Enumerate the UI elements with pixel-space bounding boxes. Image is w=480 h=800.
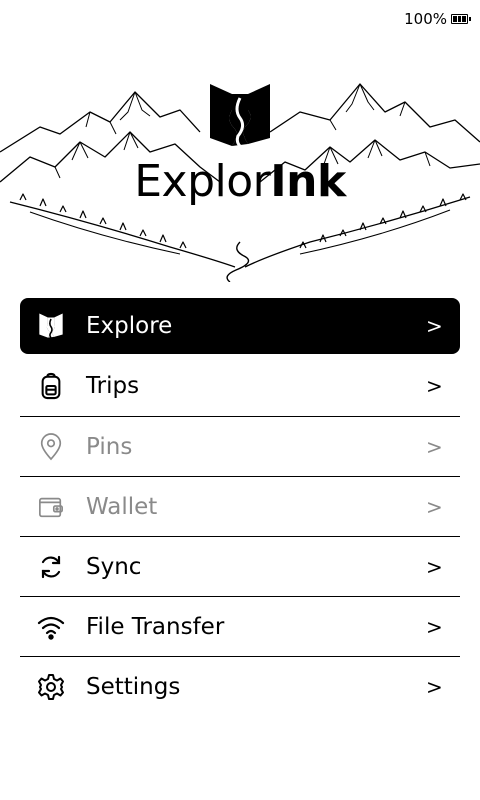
menu-item-sync[interactable]: Sync >: [20, 536, 460, 596]
menu-item-wallet[interactable]: Wallet >: [20, 476, 460, 536]
map-pin-icon: [34, 430, 68, 464]
chevron-right-icon: >: [426, 314, 443, 338]
menu-item-pins[interactable]: Pins >: [20, 416, 460, 476]
menu-item-label: Pins: [86, 433, 133, 460]
menu-item-settings[interactable]: Settings >: [20, 656, 460, 716]
menu-item-file-transfer[interactable]: File Transfer >: [20, 596, 460, 656]
battery-icon: [451, 14, 471, 24]
explorink-logo-icon: [34, 309, 68, 343]
battery-percent: 100%: [404, 10, 447, 28]
menu-item-label: Wallet: [86, 493, 158, 520]
menu-item-explore[interactable]: Explore >: [20, 298, 460, 354]
status-bar: 100%: [404, 10, 471, 28]
gear-icon: [34, 670, 68, 704]
chevron-right-icon: >: [426, 494, 443, 519]
chevron-right-icon: >: [426, 614, 443, 639]
explorink-logo-icon: [208, 80, 272, 152]
menu-item-label: File Transfer: [86, 613, 225, 640]
app-title: ExplorInk: [0, 160, 480, 204]
app-title-part2: Ink: [270, 156, 346, 207]
menu-item-label: Explore: [86, 313, 173, 339]
menu-item-trips[interactable]: Trips >: [20, 356, 460, 416]
menu-item-label: Settings: [86, 673, 181, 700]
wallet-icon: [34, 490, 68, 524]
chevron-right-icon: >: [426, 434, 443, 459]
chevron-right-icon: >: [426, 674, 443, 699]
app-title-part1: Explor: [134, 156, 271, 207]
sync-icon: [34, 550, 68, 584]
wifi-icon: [34, 610, 68, 644]
main-menu: Explore > Trips > Pins > Wallet > Sync >…: [20, 298, 460, 716]
chevron-right-icon: >: [426, 554, 443, 579]
backpack-icon: [34, 369, 68, 403]
menu-item-label: Trips: [86, 373, 140, 399]
chevron-right-icon: >: [426, 374, 443, 398]
menu-item-label: Sync: [86, 553, 142, 580]
